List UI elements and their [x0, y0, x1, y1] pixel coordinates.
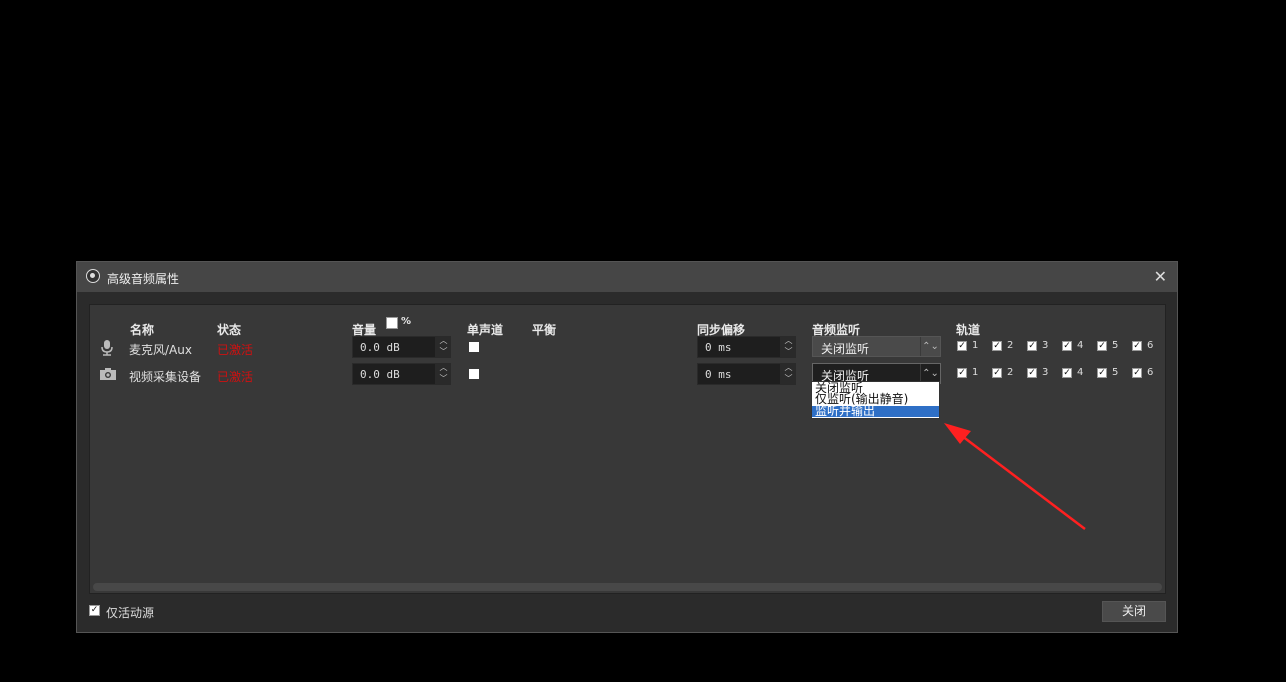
red-annotation-arrow [944, 423, 1086, 530]
arrow-shaft [961, 435, 1086, 530]
